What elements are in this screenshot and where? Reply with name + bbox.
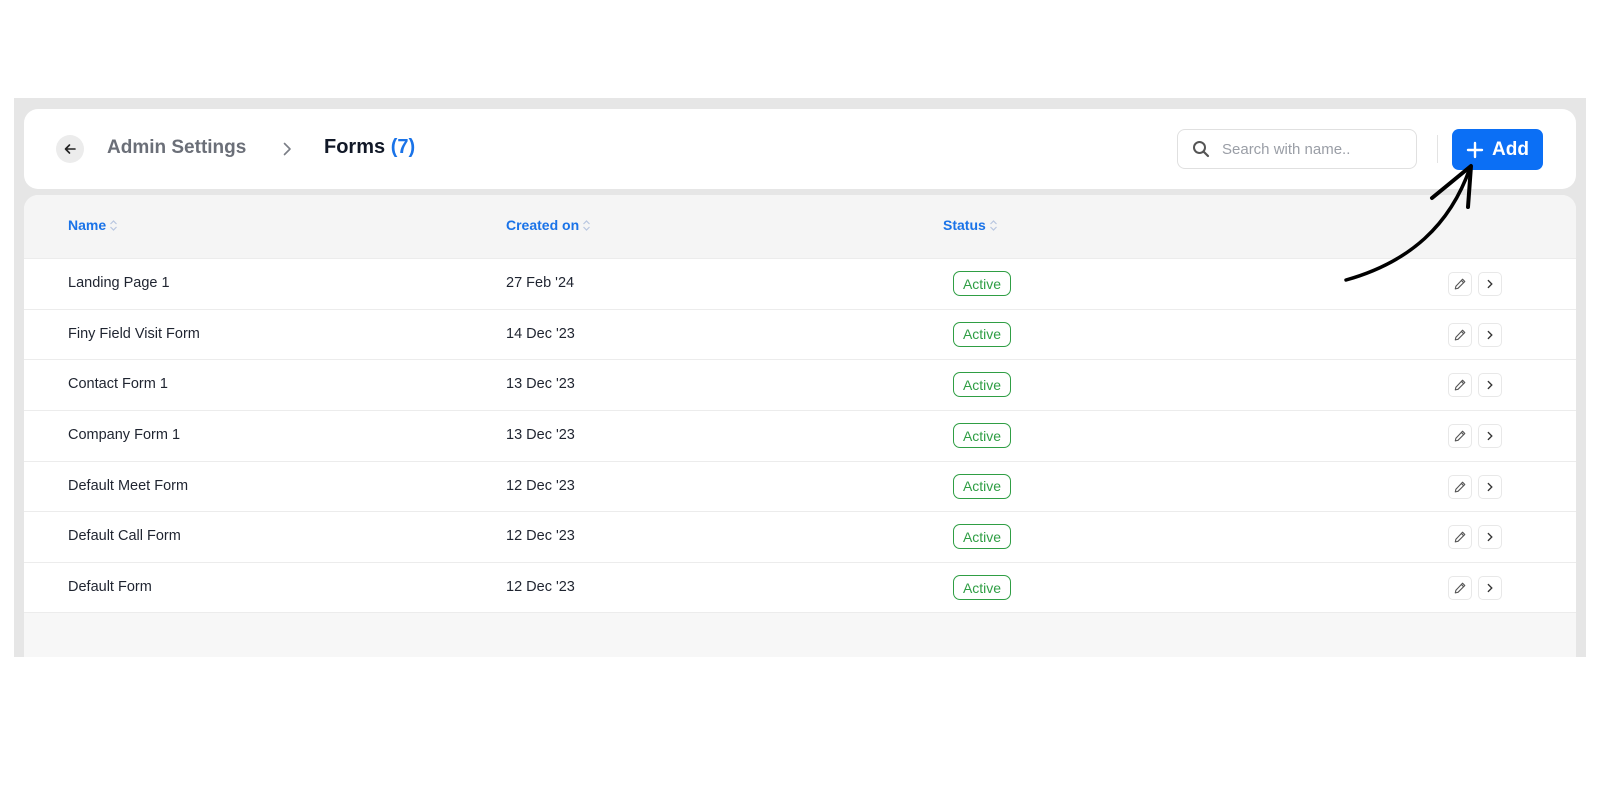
chevron-right-icon	[1484, 329, 1496, 341]
sort-icon	[582, 219, 591, 232]
table-row[interactable]: Contact Form 1 13 Dec '23 Active	[24, 359, 1576, 410]
table-row[interactable]: Landing Page 1 27 Feb '24 Active	[24, 258, 1576, 309]
status-badge: Active	[953, 575, 1011, 601]
form-name: Finy Field Visit Form	[68, 325, 200, 342]
forms-count: (7)	[390, 136, 416, 158]
search-input[interactable]	[1220, 139, 1414, 159]
status-badge: Active	[953, 321, 1011, 347]
breadcrumb-admin-settings[interactable]: Admin Settings	[107, 137, 246, 159]
status-badge: Active	[953, 524, 1011, 550]
pencil-icon	[1453, 480, 1467, 494]
edit-button[interactable]	[1448, 272, 1472, 296]
created-on: 14 Dec '23	[506, 325, 575, 342]
created-on: 12 Dec '23	[506, 528, 575, 545]
column-header-label: Name	[68, 217, 107, 233]
header-divider	[1437, 135, 1438, 163]
created-on: 13 Dec '23	[506, 427, 575, 444]
column-header-name[interactable]: Name	[68, 217, 118, 233]
page-title: Forms (7)	[324, 136, 415, 159]
form-name: Company Form 1	[68, 427, 181, 444]
table-row[interactable]: Default Meet Form 12 Dec '23 Active	[24, 460, 1576, 512]
form-name: Contact Form 1	[68, 376, 168, 393]
table-row[interactable]: Default Call Form 12 Dec '23 Active	[24, 511, 1576, 562]
form-name: Default Form	[68, 579, 152, 596]
pencil-icon	[1453, 530, 1467, 544]
column-header-label: Status	[943, 217, 986, 233]
open-button[interactable]	[1478, 424, 1502, 449]
page-header: Admin Settings Forms (7) Add	[24, 109, 1576, 189]
page-title-text: Forms	[324, 136, 386, 158]
chevron-right-icon	[1484, 379, 1496, 391]
form-name: Default Call Form	[68, 528, 181, 545]
search-box	[1177, 129, 1417, 169]
open-button[interactable]	[1478, 525, 1502, 550]
edit-button[interactable]	[1448, 474, 1472, 499]
created-on: 13 Dec '23	[506, 376, 575, 393]
edit-button[interactable]	[1448, 373, 1472, 398]
form-name: Landing Page 1	[68, 275, 170, 291]
created-on: 12 Dec '23	[506, 477, 575, 494]
status-badge: Active	[953, 271, 1011, 296]
app-frame: Admin Settings Forms (7) Add Name	[14, 98, 1586, 657]
chevron-right-icon	[277, 139, 297, 159]
table-row[interactable]: Finy Field Visit Form 14 Dec '23 Active	[24, 308, 1576, 360]
chevron-right-icon	[1484, 582, 1496, 594]
sort-icon	[989, 219, 998, 232]
column-header-label: Created on	[506, 217, 580, 233]
chevron-right-icon	[1484, 278, 1496, 290]
created-on: 12 Dec '23	[506, 579, 575, 596]
table-body: Landing Page 1 27 Feb '24 Active Finy Fi…	[24, 258, 1576, 613]
plus-icon	[1466, 141, 1484, 159]
table-row[interactable]: Company Form 1 13 Dec '23 Active	[24, 410, 1576, 461]
open-button[interactable]	[1478, 322, 1502, 347]
edit-button[interactable]	[1448, 424, 1472, 449]
add-button-label: Add	[1492, 138, 1529, 160]
chevron-right-icon	[1484, 430, 1496, 442]
column-header-created-on[interactable]: Created on	[506, 217, 591, 233]
pencil-icon	[1453, 581, 1467, 595]
table-header: Name Created on Status	[24, 195, 1576, 258]
status-badge: Active	[953, 473, 1011, 499]
open-button[interactable]	[1478, 474, 1502, 499]
edit-button[interactable]	[1448, 525, 1472, 550]
pencil-icon	[1453, 328, 1467, 342]
pencil-icon	[1453, 429, 1467, 443]
search-icon	[1192, 140, 1210, 158]
open-button[interactable]	[1478, 272, 1502, 296]
sort-icon	[109, 219, 118, 232]
edit-button[interactable]	[1448, 322, 1472, 347]
pencil-icon	[1453, 378, 1467, 392]
forms-table: Name Created on Status Landing Page 1 27…	[24, 195, 1576, 657]
created-on: 27 Feb '24	[506, 275, 575, 291]
chevron-right-icon	[1484, 531, 1496, 543]
edit-button[interactable]	[1448, 576, 1472, 601]
status-badge: Active	[953, 372, 1011, 398]
back-button[interactable]	[56, 135, 84, 163]
chevron-right-icon	[1484, 481, 1496, 493]
arrow-left-icon	[62, 141, 78, 157]
form-name: Default Meet Form	[68, 477, 189, 494]
status-badge: Active	[953, 423, 1011, 449]
table-row[interactable]: Default Form 12 Dec '23 Active	[24, 562, 1576, 613]
open-button[interactable]	[1478, 373, 1502, 398]
pencil-icon	[1453, 277, 1467, 291]
open-button[interactable]	[1478, 576, 1502, 601]
add-button[interactable]: Add	[1452, 129, 1543, 170]
column-header-status[interactable]: Status	[943, 217, 998, 233]
